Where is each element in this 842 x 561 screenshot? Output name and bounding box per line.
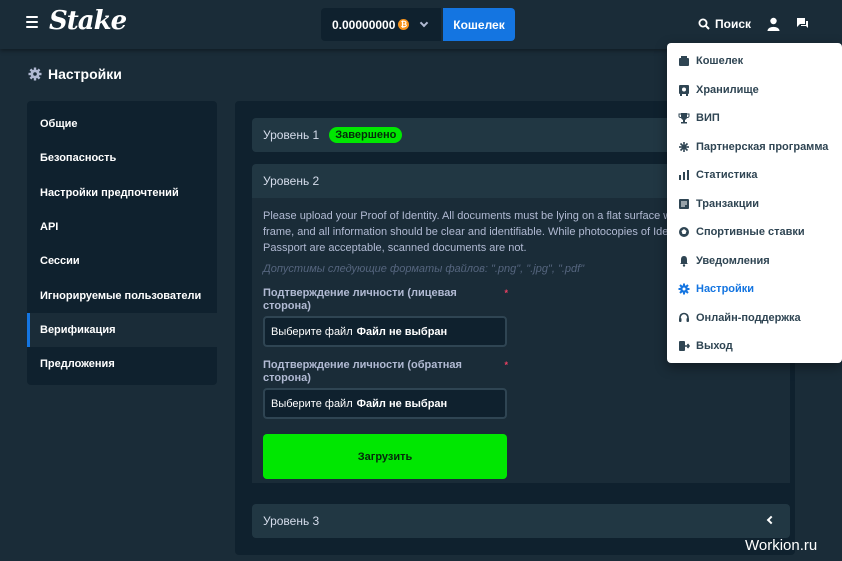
menu-item-label: Выход xyxy=(696,340,733,353)
menu-item-wallet[interactable]: Кошелек xyxy=(667,47,842,76)
wallet-button[interactable]: Кошелек xyxy=(443,8,515,41)
menu-item-logout[interactable]: Выход xyxy=(667,332,842,361)
settings-sidebar: Общие Безопасность Настройки предпочтени… xyxy=(27,101,217,385)
search-button[interactable]: Поиск xyxy=(698,17,751,31)
front-id-label-text: Подтверждение личности (лицевая сторона) xyxy=(263,287,457,312)
bell-icon xyxy=(680,255,688,267)
menu-item-label: Партнерская программа xyxy=(696,140,829,153)
menu-item-sportsbook[interactable]: Спортивные ставки xyxy=(667,218,842,247)
menu-item-settings[interactable]: Настройки xyxy=(667,275,842,304)
menu-item-label: Транзакции xyxy=(696,197,760,210)
watermark: Workion.ru xyxy=(745,537,818,554)
sidebar-item-preferences[interactable]: Настройки предпочтений xyxy=(27,176,217,210)
wallet-icon xyxy=(679,56,689,67)
sidebar-item-security[interactable]: Безопасность xyxy=(27,141,217,175)
sidebar-item-ignored-users[interactable]: Игнорируемые пользователи xyxy=(27,278,217,312)
sidebar-item-general[interactable]: Общие xyxy=(27,107,217,141)
back-id-file-input[interactable]: Выберите файл Файл не выбран xyxy=(263,388,507,419)
required-mark: * xyxy=(504,288,508,298)
menu-item-label: Хранилище xyxy=(696,83,759,96)
logo[interactable]: Stake xyxy=(49,6,127,36)
logout-icon xyxy=(679,341,690,352)
sports-ball-icon xyxy=(679,227,689,238)
level-3-card[interactable]: Уровень 3 xyxy=(252,504,790,538)
trophy-icon xyxy=(678,113,690,124)
gear-icon xyxy=(678,283,690,295)
menu-icon[interactable] xyxy=(26,16,38,28)
level-2-title: Уровень 2 xyxy=(263,174,320,188)
vault-icon xyxy=(679,84,689,96)
menu-item-label: ВИП xyxy=(696,112,720,125)
menu-item-label: Настройки xyxy=(696,283,755,296)
menu-item-label: Уведомления xyxy=(696,254,770,267)
menu-item-affiliate[interactable]: Партнерская программа xyxy=(667,133,842,162)
sidebar-item-verification[interactable]: Верификация xyxy=(27,312,217,348)
statistics-icon xyxy=(679,170,689,181)
menu-item-notifications[interactable]: Уведомления xyxy=(667,247,842,276)
menu-item-vault[interactable]: Хранилище xyxy=(667,76,842,105)
bitcoin-icon: ₿ xyxy=(398,19,410,30)
page-title: Настройки xyxy=(28,66,122,82)
front-id-label: Подтверждение личности (лицевая сторона)… xyxy=(263,287,508,313)
level-3-title: Уровень 3 xyxy=(263,514,320,528)
choose-file-button[interactable]: Выберите файл xyxy=(271,398,353,410)
transactions-icon xyxy=(679,198,689,209)
top-bar: Stake 0.00000000 ₿ Кошелек Поиск xyxy=(0,0,842,49)
search-icon xyxy=(698,18,710,30)
chat-icon[interactable] xyxy=(796,17,809,30)
level-1-title: Уровень 1 xyxy=(263,128,320,142)
menu-item-label: Спортивные ставки xyxy=(696,226,805,239)
search-label: Поиск xyxy=(715,17,752,31)
balance-selector[interactable]: 0.00000000 ₿ xyxy=(321,8,441,41)
menu-item-vip[interactable]: ВИП xyxy=(667,104,842,133)
affiliate-icon xyxy=(679,141,689,152)
back-id-label-text: Подтверждение личности (обратная сторона… xyxy=(263,359,462,384)
level-3-header[interactable]: Уровень 3 xyxy=(252,504,790,538)
chevron-down-icon xyxy=(420,18,429,28)
menu-item-live-support[interactable]: Онлайн-поддержка xyxy=(667,304,842,333)
required-mark: * xyxy=(504,360,508,370)
front-id-file-input[interactable]: Выберите файл Файл не выбран xyxy=(263,316,507,347)
upload-button[interactable]: Загрузить xyxy=(263,434,507,479)
menu-item-transactions[interactable]: Транзакции xyxy=(667,190,842,219)
menu-item-label: Статистика xyxy=(696,169,758,182)
headset-icon xyxy=(679,312,689,322)
back-id-label: Подтверждение личности (обратная сторона… xyxy=(263,359,508,385)
menu-item-label: Онлайн-поддержка xyxy=(696,311,801,324)
user-dropdown-menu: Кошелек Хранилище ВИП Партнерская програ… xyxy=(667,43,842,363)
balance-amount: 0.00000000 xyxy=(332,17,396,32)
choose-file-button[interactable]: Выберите файл xyxy=(271,326,353,338)
page-title-text: Настройки xyxy=(48,66,122,82)
menu-item-label: Кошелек xyxy=(696,55,744,68)
no-file-text: Файл не выбран xyxy=(356,325,448,338)
sidebar-item-offers[interactable]: Предложения xyxy=(27,347,217,381)
user-icon[interactable] xyxy=(767,17,780,31)
menu-item-statistics[interactable]: Статистика xyxy=(667,161,842,190)
no-file-text: Файл не выбран xyxy=(356,397,448,410)
gear-icon xyxy=(28,67,42,81)
status-badge: Завершено xyxy=(329,127,403,143)
sidebar-item-api[interactable]: API xyxy=(27,210,217,244)
sidebar-item-sessions[interactable]: Сессии xyxy=(27,244,217,278)
